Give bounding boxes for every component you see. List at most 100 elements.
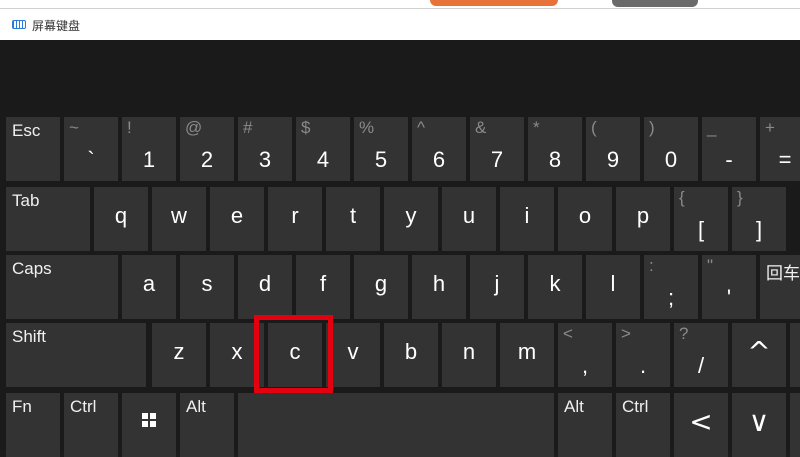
key-label: Tab xyxy=(12,191,40,210)
key-char: ` xyxy=(87,147,95,172)
key-char: 1 xyxy=(142,147,156,172)
key-shift[interactable]: Shift xyxy=(6,323,146,387)
key-shift-char: # xyxy=(243,118,253,137)
key-shift-char: > xyxy=(621,324,631,343)
key-r[interactable]: r xyxy=(268,187,322,251)
key-k[interactable]: k xyxy=(528,255,582,319)
key-char: r xyxy=(291,203,299,228)
key-slash[interactable]: ? / xyxy=(674,323,728,387)
keyboard-icon xyxy=(12,20,26,29)
key-shift-char: ! xyxy=(127,118,132,137)
key-o[interactable]: o xyxy=(558,187,612,251)
key-1[interactable]: ! 1 xyxy=(122,117,176,181)
key-j[interactable]: j xyxy=(470,255,524,319)
key-comma[interactable]: <, xyxy=(558,323,612,387)
key-char: . xyxy=(639,353,647,378)
key-shift-char: * xyxy=(533,118,540,137)
key-3[interactable]: #3 xyxy=(238,117,292,181)
key-2[interactable]: @2 xyxy=(180,117,234,181)
key-semicolon[interactable]: :; xyxy=(644,255,698,319)
key-label: 回车 xyxy=(766,264,800,283)
key-4[interactable]: $4 xyxy=(296,117,350,181)
key-d[interactable]: d xyxy=(238,255,292,319)
key-shift-char: } xyxy=(737,188,743,207)
key-minus[interactable]: _ - xyxy=(702,117,756,181)
key-char: w xyxy=(171,203,187,228)
key-up-arrow[interactable]: ^ xyxy=(732,323,786,387)
key-period[interactable]: >. xyxy=(616,323,670,387)
key-shift-char: $ xyxy=(301,118,311,137)
key-char: q xyxy=(114,203,128,228)
key-y[interactable]: y xyxy=(384,187,438,251)
key-f[interactable]: f xyxy=(296,255,350,319)
key-char: d xyxy=(258,271,272,296)
key-label: Caps xyxy=(12,259,52,278)
key-esc[interactable]: Esc xyxy=(6,117,60,181)
key-char: , xyxy=(581,353,589,378)
key-space[interactable] xyxy=(238,393,554,457)
key-char: y xyxy=(405,203,417,228)
key-char: ; xyxy=(667,285,675,310)
key-a[interactable]: a xyxy=(122,255,176,319)
key-8[interactable]: * 8 xyxy=(528,117,582,181)
key-g[interactable]: g xyxy=(354,255,408,319)
key-equals[interactable]: + = xyxy=(760,117,800,181)
key-tab[interactable]: Tab xyxy=(6,187,90,251)
key-x[interactable]: x xyxy=(210,323,264,387)
key-e[interactable]: e xyxy=(210,187,264,251)
key-w[interactable]: w xyxy=(152,187,206,251)
key-v[interactable]: v xyxy=(326,323,380,387)
key-ctrl[interactable]: Ctrl xyxy=(64,393,118,457)
key-right-bracket[interactable]: }] xyxy=(732,187,786,251)
key-down-arrow[interactable]: ∨ xyxy=(732,393,786,457)
key-shift-char: ? xyxy=(679,324,689,343)
key-left-arrow[interactable]: < xyxy=(674,393,728,457)
key-shift-char: @ xyxy=(185,118,203,137)
window-title: 屏幕键盘 xyxy=(32,19,81,33)
key-fn[interactable]: Fn xyxy=(6,393,60,457)
key-6[interactable]: ^ 6 xyxy=(412,117,466,181)
key-right-arrow[interactable] xyxy=(790,393,800,457)
key-char: 8 xyxy=(548,147,562,172)
key-label: Esc xyxy=(12,121,41,140)
background-window-strip xyxy=(0,0,800,8)
key-q[interactable]: q xyxy=(94,187,148,251)
key-quote[interactable]: " ' xyxy=(702,255,756,319)
key-shift-char: ~ xyxy=(69,118,79,137)
key-char: g xyxy=(374,271,388,296)
key-7[interactable]: & 7 xyxy=(470,117,524,181)
key-t[interactable]: t xyxy=(326,187,380,251)
key-enter[interactable]: 回车 xyxy=(760,255,800,319)
key-right-alt[interactable]: Alt xyxy=(558,393,612,457)
key-shift-char: < xyxy=(563,324,573,343)
key-right-ctrl[interactable]: Ctrl xyxy=(616,393,670,457)
key-label: Shift xyxy=(12,327,47,346)
key-char: i xyxy=(524,203,530,228)
key-windows[interactable] xyxy=(122,393,176,457)
key-s[interactable]: s xyxy=(180,255,234,319)
key-h[interactable]: h xyxy=(412,255,466,319)
key-char: 6 xyxy=(432,147,446,172)
key-m[interactable]: m xyxy=(500,323,554,387)
key-char: b xyxy=(404,339,418,364)
key-c[interactable]: c xyxy=(268,323,322,387)
key-0[interactable]: ) 0 xyxy=(644,117,698,181)
key-n[interactable]: n xyxy=(442,323,496,387)
key-backtick[interactable]: ~ ` xyxy=(64,117,118,181)
chevron-up-icon: ^ xyxy=(747,335,771,368)
key-left-bracket[interactable]: {[ xyxy=(674,187,728,251)
key-i[interactable]: i xyxy=(500,187,554,251)
key-5[interactable]: % 5 xyxy=(354,117,408,181)
key-9[interactable]: (9 xyxy=(586,117,640,181)
key-char: 3 xyxy=(258,147,272,172)
key-alt[interactable]: Alt xyxy=(180,393,234,457)
key-z[interactable]: z xyxy=(152,323,206,387)
key-caps[interactable]: Caps xyxy=(6,255,118,319)
key-u[interactable]: u xyxy=(442,187,496,251)
key-right-shift[interactable] xyxy=(790,323,800,387)
key-l[interactable]: l xyxy=(586,255,640,319)
key-shift-char: { xyxy=(679,188,685,207)
key-b[interactable]: b xyxy=(384,323,438,387)
key-p[interactable]: p xyxy=(616,187,670,251)
title-bar[interactable]: 屏幕键盘 xyxy=(0,8,800,40)
